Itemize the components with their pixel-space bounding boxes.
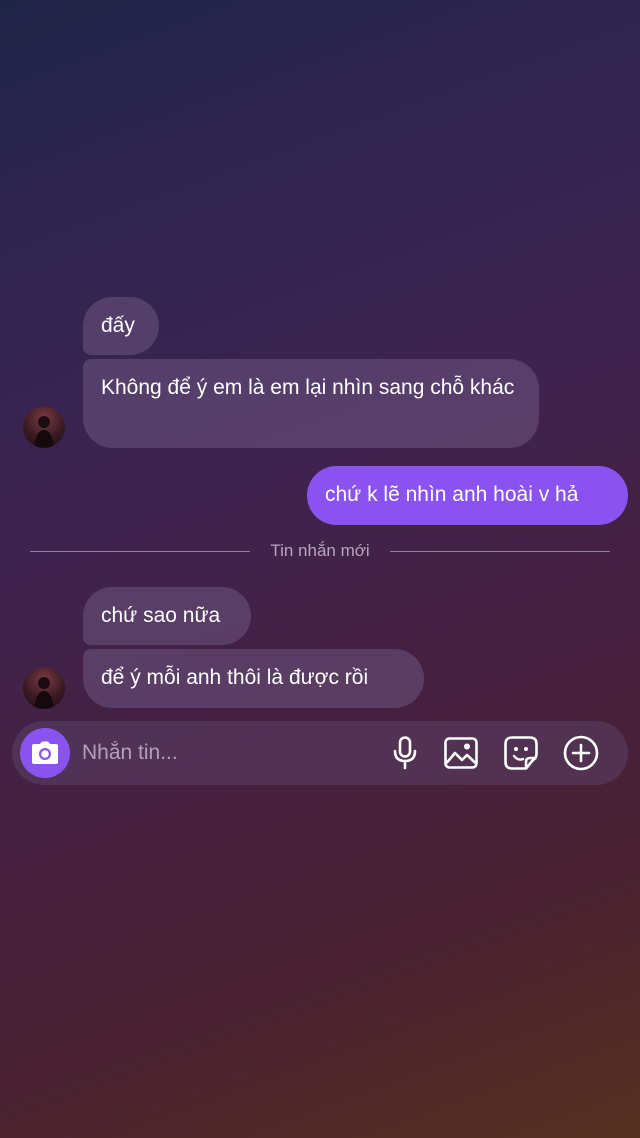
message-text: Không để ý em là em lại nhìn sang chỗ kh… [101, 376, 515, 399]
camera-icon [32, 741, 58, 764]
avatar-image [34, 416, 54, 448]
sticker-button[interactable] [503, 735, 539, 771]
message-text: để ý mỗi anh thôi là được rồi [101, 666, 369, 689]
image-gallery-icon [444, 737, 478, 769]
gallery-button[interactable] [443, 735, 479, 771]
message-bubble-incoming[interactable]: để ý mỗi anh thôi là được rồi [83, 649, 424, 708]
voice-message-button[interactable] [387, 735, 423, 771]
divider-line-left [30, 551, 250, 552]
divider-line-right [390, 551, 610, 552]
new-messages-divider-label: Tin nhắn mới [270, 541, 370, 560]
avatar-image [34, 677, 54, 709]
message-text: chứ sao nữa [101, 604, 221, 627]
contact-avatar[interactable] [23, 667, 65, 709]
message-text: đấy [101, 314, 135, 337]
chat-thread: đấy Không để ý em là em lại nhìn sang ch… [0, 0, 640, 1138]
message-bubble-incoming[interactable]: Không để ý em là em lại nhìn sang chỗ kh… [83, 359, 539, 448]
message-text: chứ k lẽ nhìn anh hoài v hả [325, 483, 579, 506]
message-composer [12, 721, 628, 785]
message-bubble-incoming[interactable]: đấy [83, 297, 159, 355]
background-area [0, 847, 640, 1138]
message-input[interactable] [82, 733, 362, 773]
microphone-icon [393, 736, 417, 770]
more-options-button[interactable] [563, 735, 599, 771]
plus-circle-icon [563, 735, 599, 771]
camera-button[interactable] [20, 728, 70, 778]
message-bubble-incoming[interactable]: chứ sao nữa [83, 587, 251, 645]
sticker-icon [504, 736, 538, 770]
message-bubble-outgoing[interactable]: chứ k lẽ nhìn anh hoài v hả [307, 466, 628, 525]
contact-avatar[interactable] [23, 406, 65, 448]
